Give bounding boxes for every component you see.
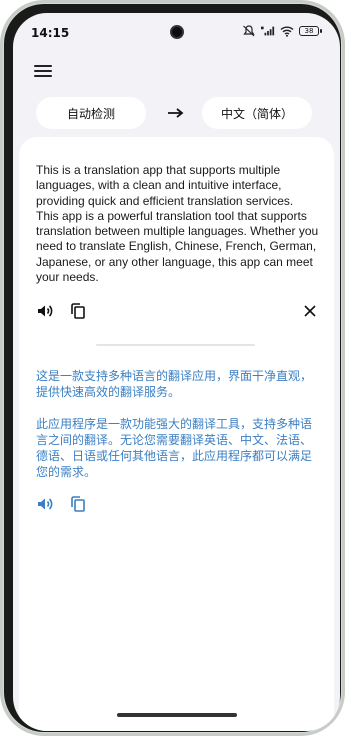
battery-level: 38	[299, 26, 319, 36]
hd-signal-icon	[261, 26, 275, 36]
phone-screen: 14:15 38 自动检测 中文（简体） This is a translati…	[4, 4, 341, 732]
language-selector: 自动检测 中文（简体）	[13, 97, 340, 129]
source-text-input[interactable]: This is a translation app that supports …	[36, 163, 319, 285]
result-toolbar	[36, 495, 319, 515]
result-paragraph: 这是一款支持多种语言的翻译应用，界面干净直观，提供快速高效的翻译服务。	[36, 369, 313, 399]
status-time: 14:15	[31, 26, 70, 40]
status-bar: 14:15 38	[13, 13, 340, 53]
arrow-right-icon[interactable]	[166, 105, 186, 121]
source-language-button[interactable]: 自动检测	[36, 97, 146, 129]
battery-icon: 38	[299, 26, 322, 36]
divider	[96, 344, 255, 346]
menu-icon[interactable]	[34, 62, 54, 80]
wifi-icon	[280, 26, 294, 37]
source-toolbar	[36, 302, 319, 322]
speaker-icon[interactable]	[36, 302, 54, 320]
target-language-button[interactable]: 中文（简体）	[202, 97, 312, 129]
status-icons: 38	[242, 25, 322, 37]
mute-icon	[243, 25, 255, 37]
translation-result: 这是一款支持多种语言的翻译应用，界面干净直观，提供快速高效的翻译服务。 此应用程…	[36, 368, 319, 496]
close-icon[interactable]	[301, 302, 319, 320]
result-paragraph: 此应用程序是一款功能强大的翻译工具，支持多种语言之间的翻译。无论您需要翻译英语、…	[36, 417, 313, 479]
app-display: 14:15 38 自动检测 中文（简体） This is a translati…	[13, 13, 340, 731]
translation-card: This is a translation app that supports …	[19, 137, 334, 731]
home-indicator[interactable]	[117, 713, 237, 717]
copy-icon[interactable]	[69, 495, 87, 513]
speaker-icon[interactable]	[36, 495, 54, 513]
front-camera	[170, 25, 184, 39]
copy-icon[interactable]	[69, 302, 87, 320]
